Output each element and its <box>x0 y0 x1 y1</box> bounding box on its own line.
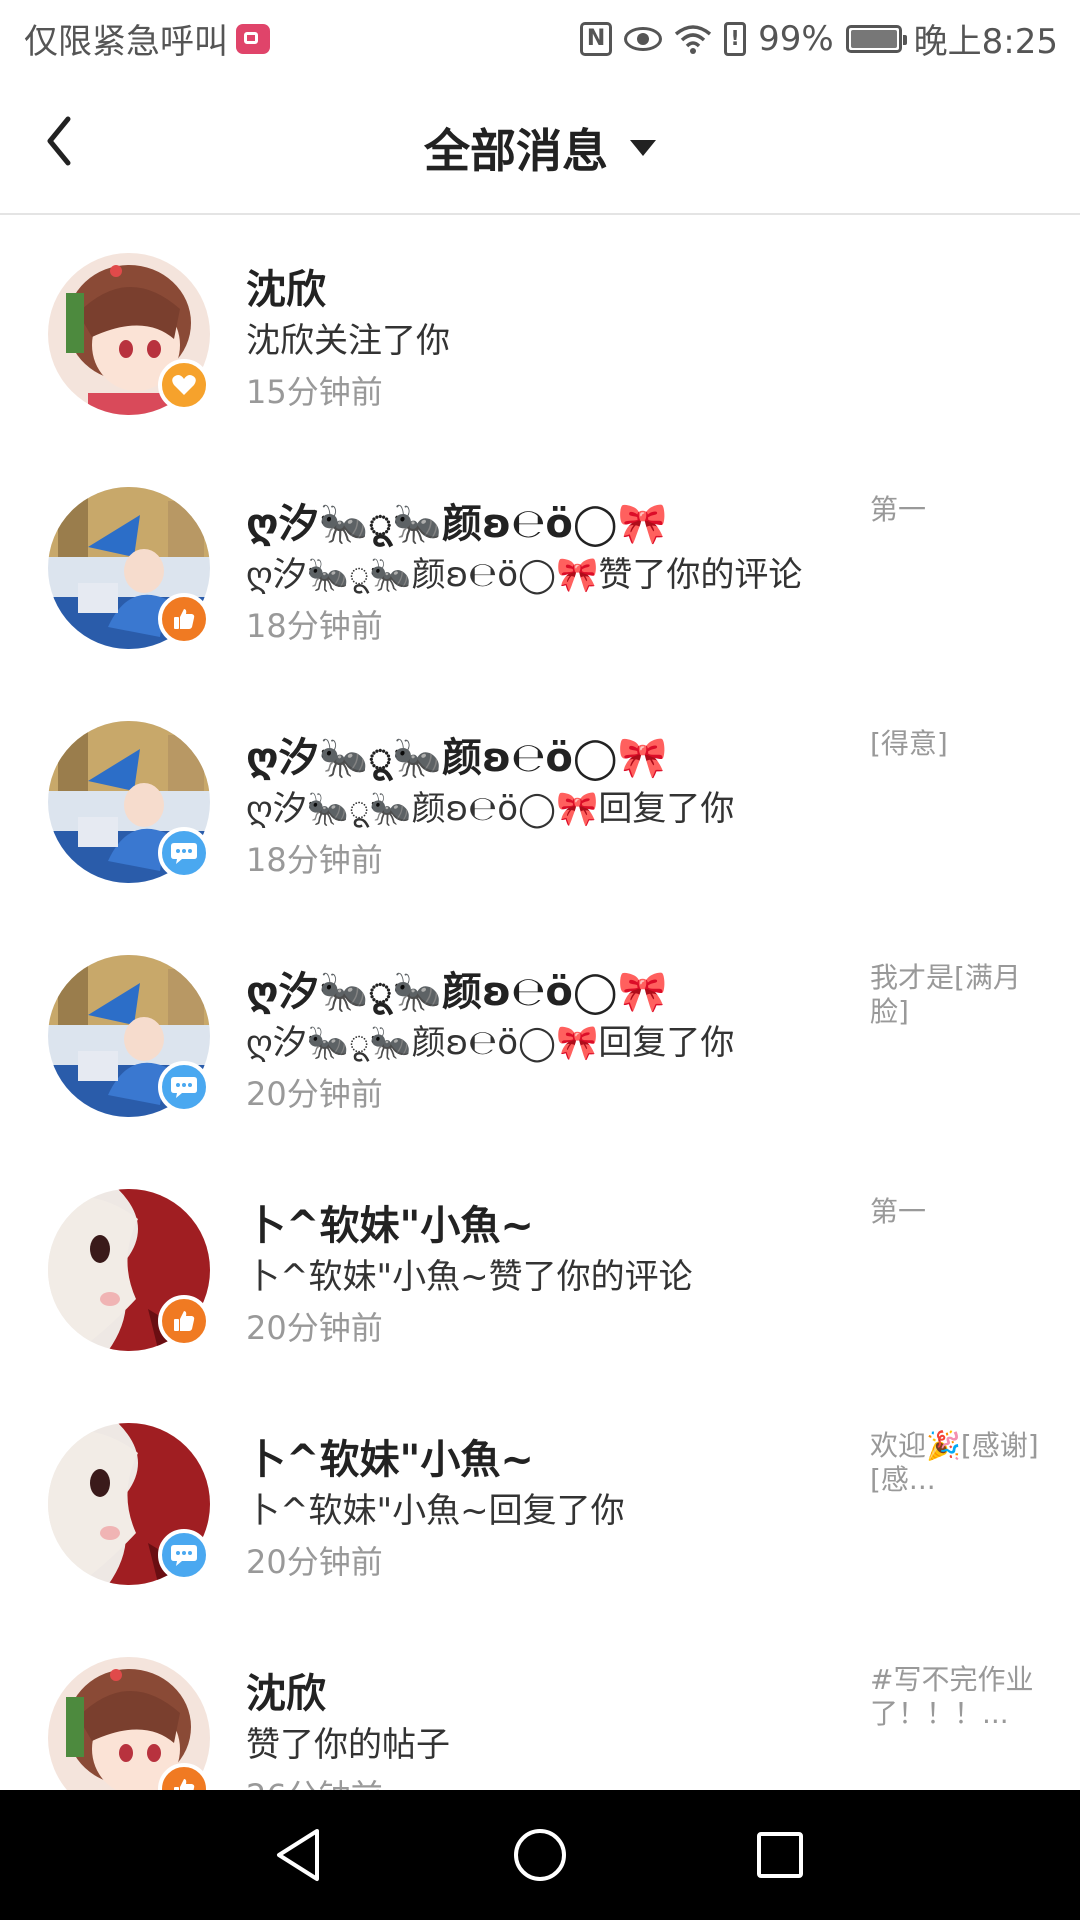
recording-icon <box>236 23 270 54</box>
like-thumb-badge <box>158 1295 210 1347</box>
message-time: 15分钟前 <box>246 373 383 411</box>
thumbs-up-icon <box>174 1779 195 1790</box>
message-action-text: 卜^软妹"小魚~回复了你 <box>246 1491 625 1531</box>
like-thumb-badge <box>158 593 210 645</box>
message-snippet[interactable]: 第一 <box>870 1195 1040 1229</box>
message-action-text: 卜^软妹"小魚~赞了你的评论 <box>246 1257 693 1297</box>
eye-icon <box>624 26 663 51</box>
sender-name[interactable]: 沈欣 <box>246 257 326 315</box>
message-action-text: ღ汐🐜ू🐜颜ʚ℮ö◯🎀赞了你的评论 <box>246 555 803 595</box>
home-circle-icon <box>514 1829 566 1881</box>
chat-bubble-icon <box>171 1077 197 1098</box>
message-snippet[interactable]: 我才是[满月脸] <box>870 961 1040 1029</box>
chat-bubble-icon <box>171 1545 197 1566</box>
message-item[interactable]: 卜^软妹"小魚~ 卜^软妹"小魚~赞了你的评论 20分钟前 第一 <box>0 1151 1080 1385</box>
message-list[interactable]: 沈欣 沈欣关注了你 15分钟前 ღ汐🐜ू🐜颜ʚ℮ö◯🎀 ღ汐🐜ू🐜颜ʚ℮ö◯🎀赞了你的评… <box>0 215 1080 1790</box>
message-time: 26分钟前 <box>246 1771 383 1790</box>
message-action-text: 沈欣关注了你 <box>246 321 450 361</box>
reply-bubble-badge <box>158 1061 210 1113</box>
battery-icon <box>845 24 907 53</box>
message-action-text: ღ汐🐜ू🐜颜ʚ℮ö◯🎀回复了你 <box>246 1023 735 1063</box>
message-item[interactable]: 沈欣沈欣关注了你 15分钟前 <box>0 215 1080 449</box>
wifi-icon <box>674 24 712 54</box>
heart-icon <box>172 375 196 395</box>
reply-bubble-badge <box>158 827 210 879</box>
status-left: 仅限紧急呼叫 <box>24 14 270 63</box>
message-time: 20分钟前 <box>246 1309 383 1347</box>
follow-heart-badge <box>158 359 210 411</box>
nav-home-button[interactable] <box>500 1820 580 1890</box>
sender-name[interactable]: ღ汐🐜ू🐜颜ʚ℮ö◯🎀 <box>246 959 667 1017</box>
alert-icon: ! <box>724 21 747 56</box>
message-snippet[interactable]: 第一 <box>870 493 1040 527</box>
message-action-text: 赞了你的帖子 <box>246 1725 450 1765</box>
message-item[interactable]: 卜^软妹"小魚~ 卜^软妹"小魚~回复了你 20分钟前 欢迎🎉[感谢][感... <box>0 1385 1080 1619</box>
chat-bubble-icon <box>171 843 197 864</box>
message-filter-dropdown[interactable]: 全部消息 <box>0 115 1080 181</box>
status-right: N ! 99% 晚上8:25 <box>580 14 1058 63</box>
message-time: 20分钟前 <box>246 1075 383 1113</box>
nav-back-button[interactable] <box>258 1820 338 1890</box>
reply-bubble-badge <box>158 1529 210 1581</box>
nfc-icon: N <box>580 21 613 56</box>
sender-name[interactable]: ღ汐🐜ू🐜颜ʚ℮ö◯🎀 <box>246 725 667 783</box>
message-item[interactable]: ღ汐🐜ू🐜颜ʚ℮ö◯🎀 ღ汐🐜ू🐜颜ʚ℮ö◯🎀回复了你 18分钟前 [得意] <box>0 683 1080 917</box>
message-action-text: ღ汐🐜ू🐜颜ʚ℮ö◯🎀回复了你 <box>246 789 735 829</box>
header: 全部消息 <box>0 75 1080 215</box>
back-triangle-icon <box>277 1829 319 1881</box>
clock-time: 晚上8:25 <box>913 22 1058 62</box>
system-nav-bar <box>0 1790 1080 1920</box>
thumbs-up-icon <box>174 609 195 629</box>
battery-percent: 99% <box>758 18 834 59</box>
message-item[interactable]: ღ汐🐜ू🐜颜ʚ℮ö◯🎀 ღ汐🐜ू🐜颜ʚ℮ö◯🎀赞了你的评论 18分钟前 第一 <box>0 449 1080 683</box>
sender-name[interactable]: ღ汐🐜ू🐜颜ʚ℮ö◯🎀 <box>246 491 667 549</box>
sender-name[interactable]: 卜^软妹"小魚~ <box>246 1193 534 1251</box>
nav-recents-button[interactable] <box>740 1820 820 1890</box>
message-item[interactable]: 沈欣赞了你的帖子 26分钟前 #写不完作业了！！！... <box>0 1619 1080 1790</box>
sender-name[interactable]: 卜^软妹"小魚~ <box>246 1427 534 1485</box>
message-time: 18分钟前 <box>246 841 383 879</box>
thumbs-up-icon <box>174 1311 195 1331</box>
message-time: 18分钟前 <box>246 607 383 645</box>
page-title: 全部消息 <box>424 124 608 178</box>
message-time: 20分钟前 <box>246 1543 383 1581</box>
sender-name[interactable]: 沈欣 <box>246 1661 326 1719</box>
recents-square-icon <box>757 1832 803 1878</box>
message-snippet[interactable]: [得意] <box>870 727 1040 761</box>
message-snippet[interactable]: #写不完作业了！！！... <box>870 1663 1040 1731</box>
status-bar: 仅限紧急呼叫 N ! 99% 晚上8:25 <box>0 0 1080 75</box>
message-item[interactable]: ღ汐🐜ू🐜颜ʚ℮ö◯🎀 ღ汐🐜ू🐜颜ʚ℮ö◯🎀回复了你 20分钟前 我才是[满月脸] <box>0 917 1080 1151</box>
triangle-down-icon <box>630 140 656 156</box>
emergency-call-text: 仅限紧急呼叫 <box>24 22 228 62</box>
message-snippet[interactable]: 欢迎🎉[感谢][感... <box>870 1429 1040 1497</box>
